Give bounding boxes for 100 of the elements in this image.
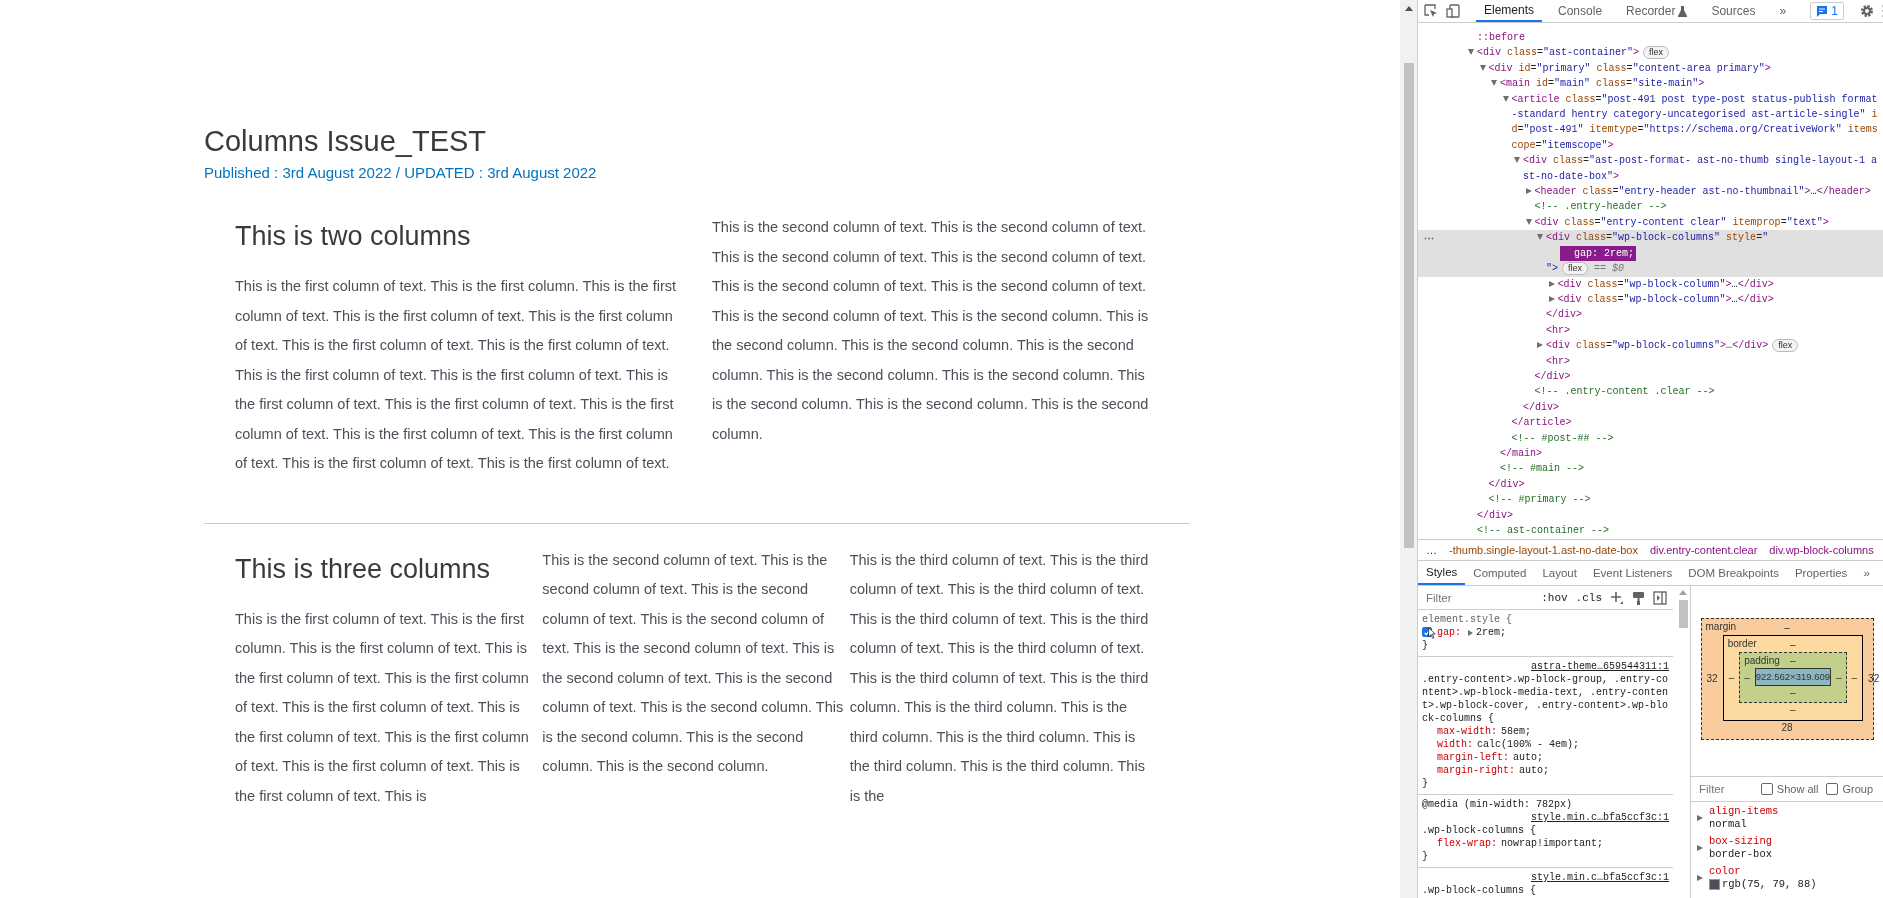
flex-badge[interactable]: flex [1772,339,1799,353]
html-comment: <!-- ast-container --> [1477,525,1610,536]
dom-tree-row[interactable]: <div class="wp-block-column">…</div> [1418,291,1883,308]
dom-tree-row[interactable]: <div class="wp-block-column">…</div> [1418,276,1883,292]
device-toolbar-icon[interactable] [1446,4,1460,18]
page-scrollbar[interactable] [1400,0,1417,898]
checkbox[interactable] [1760,783,1773,795]
dom-tree-row[interactable]: <header class="entry-header ast-no-thumbnail">…</header> [1418,184,1883,200]
dom-tree-row[interactable]: <div class="wp-block-columns" style=" gap: 2rem; "> flex == $0 [1418,230,1883,277]
box-value: – [1790,638,1796,652]
expand-toggle-icon[interactable] [1468,629,1473,636]
filter-field[interactable]: Filter [1697,782,1757,796]
more-tabs-button[interactable]: » [1855,561,1878,585]
element-tag: "> [1546,263,1558,275]
class-button[interactable]: .cls [1575,591,1602,604]
property-value: normal [1709,818,1747,831]
expand-toggle-icon[interactable] [1525,188,1532,195]
expand-toggle-icon[interactable] [1479,64,1486,71]
panel-tab[interactable]: Console [1550,0,1611,22]
dom-tree-row[interactable]: <div class="wp-block-columns">…</div> flex [1418,338,1883,354]
expand-toggle-icon[interactable] [1697,875,1703,881]
flex-badge[interactable]: flex [1562,262,1589,276]
breadcrumb[interactable]: -thumb.single-layout-1.ast-no-date-box [1449,544,1638,556]
panel-tab[interactable]: Sources [1703,0,1764,22]
sidebar-tab[interactable]: DOM Breakpoints [1680,561,1787,585]
dom-tree-row[interactable]: <hr> [1418,353,1883,369]
sidebar-tab[interactable]: Computed [1465,561,1535,585]
dom-tree-row[interactable]: <!-- #primary --> [1418,492,1883,508]
sidebar-tab[interactable]: Styles [1418,561,1466,585]
dom-tree-row[interactable]: <div class="ast-container"> flex [1418,45,1883,61]
column-text: This is the first column of text. This is the first column. This is the first column of text. This is the first column of text. This is the first column of text. This is the first column of text. This is the first column of text. This is the first column of text. This is the first column of text. This is the first column of text. This is [235,609,530,806]
element-tag: <div class="wp-block-column">…</div> [1557,293,1774,305]
dom-tree-row[interactable]: </article> [1418,415,1883,431]
expand-toggle-icon[interactable] [1502,95,1509,102]
element-tag: <header class="entry-header ast-no-thumbnail">…</header> [1534,186,1871,198]
dom-tree-row[interactable]: </div> [1418,476,1883,493]
html-comment: <!-- .entry-header --> [1534,201,1667,213]
expand-toggle-icon[interactable] [1525,218,1532,225]
settings-icon[interactable] [1859,4,1874,18]
message-icon [1816,5,1829,17]
flex-badge[interactable]: flex [1643,46,1670,60]
breadcrumb-overflow[interactable]: … [1426,544,1437,556]
filter-field[interactable]: Filter [1424,590,1534,605]
dom-tree-row[interactable]: <div class="entry-content clear" itemprop="text"> [1418,214,1883,231]
element-tag: <hr> [1546,355,1571,367]
rule-brace: } [1422,639,1429,652]
element-tag: <main id="main" class="site-main"> [1500,78,1705,90]
stylesheet-link[interactable]: style.min.c…bfa5ccf3c:1 [1530,871,1669,884]
more-tabs-button[interactable]: » [1771,0,1795,22]
stylesheet-link[interactable]: astra-theme…659544311:1 [1530,660,1669,673]
flask-icon [1678,5,1688,17]
expand-toggle-icon[interactable] [1548,295,1555,302]
expand-toggle-icon[interactable] [1548,280,1555,287]
breadcrumb[interactable]: div.wp-block-columns [1769,544,1874,556]
dom-tree-row[interactable]: </div> [1418,399,1883,416]
css-selector: element.style { [1422,613,1513,626]
stylesheet-link[interactable]: style.min.c…bfa5ccf3c:1 [1530,811,1669,824]
dom-tree-row[interactable]: <hr> [1418,322,1883,339]
dom-tree-row[interactable]: </div> [1418,368,1883,385]
dom-tree-row[interactable]: <article class="post-491 post type-post status-publish format-standard hentry category-uncategorised ast-article-single" id="post-491" itemtype="https://schema.org/CreativeWork" itemscope="itemscope"> [1418,91,1883,154]
sidebar-toggle-icon[interactable] [1653,590,1667,605]
dom-tree-row[interactable]: <main id="main" class="site-main"> [1418,76,1883,92]
panel-tab[interactable]: Recorder [1618,0,1696,22]
element-tag: <div class="entry-content clear" itemprop="text"> [1534,216,1829,228]
dom-tree-row[interactable]: <!-- ast-container --> [1418,523,1883,539]
dom-tree-row[interactable]: </div> [1418,307,1883,323]
dom-tree-row[interactable]: <div class="ast-post-format- ast-no-thumb single-layout-1 ast-no-date-box"> [1418,153,1883,185]
hover-state-button[interactable]: :hov [1541,591,1568,604]
dom-tree-row[interactable]: <!-- .entry-header --> [1418,199,1883,215]
dom-tree-row[interactable]: <!-- #post-## --> [1418,430,1883,446]
expand-toggle-icon[interactable] [1697,845,1703,851]
post-title: Columns Issue_TEST [204,124,488,158]
dom-tree-row[interactable]: </main> [1418,445,1883,462]
sidebar-tab[interactable]: Layout [1534,561,1585,585]
dom-tree-row[interactable]: <!-- .entry-content .clear --> [1418,384,1883,400]
checkbox[interactable] [1826,783,1839,795]
expand-toggle-icon[interactable] [1468,49,1474,56]
breadcrumb[interactable]: div.entry-content.clear [1649,544,1758,556]
new-rule-icon[interactable] [1610,590,1624,605]
issues-button[interactable]: 1 [1810,2,1844,20]
property-value: nowrap!important; [1501,837,1604,850]
expand-toggle-icon[interactable] [1514,157,1520,164]
panel-tab[interactable]: Elements [1476,0,1543,22]
row-menu-icon[interactable] [1424,237,1434,241]
dom-tree-row[interactable]: <div id="primary" class="content-area primary"> [1418,60,1883,77]
paint-roller-icon[interactable] [1632,590,1645,605]
sidebar-tab[interactable]: Event Listeners [1584,561,1681,585]
expand-toggle-icon[interactable] [1491,80,1497,87]
expand-toggle-icon[interactable] [1537,342,1543,349]
expand-toggle-icon[interactable] [1697,815,1703,821]
expand-toggle-icon[interactable] [1537,234,1543,241]
property-name: margin-left: [1437,751,1509,764]
sidebar-tab[interactable]: Properties [1786,561,1856,585]
color-swatch[interactable] [1709,879,1720,890]
inspect-icon[interactable] [1424,4,1438,18]
dom-tree-row[interactable]: ::before [1418,30,1883,46]
dom-tree-row[interactable]: </div> [1418,507,1883,523]
dom-tree-row[interactable]: <!-- #main --> [1418,461,1883,477]
post-meta-link[interactable]: Published : 3rd August 2022 / UPDATED : 3rd August 2022 [204,163,597,183]
property-value: 58em; [1501,725,1532,738]
